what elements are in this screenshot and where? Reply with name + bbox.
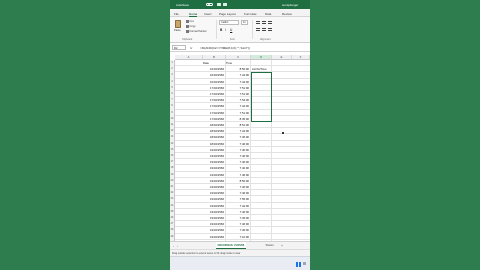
sheet-tab-active[interactable]: 09/12/66th/Fr 21/25/66 [216,242,246,249]
paste-button[interactable]: Paste [174,29,181,32]
ribbon-divider [216,20,217,39]
selection-range[interactable] [251,72,272,122]
add-sheet-button[interactable]: + [281,244,283,248]
align-bottom-icon[interactable] [268,21,272,24]
save-icon[interactable] [217,2,221,6]
tab-home[interactable]: Home [189,12,198,17]
tab-data[interactable]: Data [265,12,271,16]
ribbon-divider [252,20,253,39]
name-box[interactable]: D2 [172,45,186,50]
format-painter-button[interactable]: Format Painter [186,30,207,33]
font-family-select[interactable]: Calibri [219,20,239,25]
tab-review[interactable]: Review [282,12,292,16]
autosave-toggle[interactable] [206,2,213,6]
prev-sheet-icon[interactable]: ‹ [173,244,174,248]
align-left-icon[interactable] [256,28,260,31]
alignment-group-label: Alignment [260,38,271,41]
bold-button[interactable]: B [220,28,222,32]
status-bar: Drag outside selection to extend series … [170,249,310,256]
italic-button[interactable]: I [225,28,226,32]
tray-icon[interactable] [303,262,306,265]
tab-file[interactable]: File [174,12,179,16]
cursor-marker [282,132,284,134]
excel-window: AutoSave sunsplunger File Home Insert Pa… [170,0,310,270]
ribbon-home: Paste Cut Copy Format Painter Clipboard … [170,17,310,43]
copy-button[interactable]: Copy [186,25,196,28]
sheet-tab[interactable]: Sheet1 [264,242,275,249]
undo-icon[interactable] [223,2,227,6]
fx-icon[interactable]: fx [190,46,192,50]
align-right-icon[interactable] [268,28,272,31]
font-size-select[interactable]: 11 [241,20,248,25]
formula-bar: D2 fx =IF(AND(C2<=TIME(8,0,0),"","ALO")) [170,43,310,52]
font-group-label: Font [230,38,235,41]
clipboard-group-label: Clipboard [182,38,193,41]
align-top-icon[interactable] [256,21,260,24]
align-middle-icon[interactable] [262,21,266,24]
formula-input[interactable]: =IF(AND(C2<=TIME(8,0,0),"","ALO")) [200,46,250,50]
taskbar [170,256,310,270]
document-title: sunsplunger [282,3,299,7]
tab-insert[interactable]: Insert [204,12,212,16]
windows-logo-icon[interactable] [296,261,301,267]
tab-formulas[interactable]: Formulas [244,12,257,16]
title-bar: AutoSave sunsplunger [170,0,310,9]
align-center-icon[interactable] [262,28,266,31]
underline-button[interactable]: U [230,28,232,32]
next-sheet-icon[interactable]: › [177,244,178,248]
autosave-label: AutoSave [176,3,190,7]
ribbon-tabs: File Home Insert Page Layout Formulas Da… [170,9,310,17]
tab-page-layout[interactable]: Page Layout [219,12,236,16]
paste-icon[interactable] [175,20,181,28]
cut-button[interactable]: Cut [186,20,194,23]
sheet-tabs: ‹ › 09/12/66th/Fr 21/25/66 Sheet1 + [170,241,310,249]
